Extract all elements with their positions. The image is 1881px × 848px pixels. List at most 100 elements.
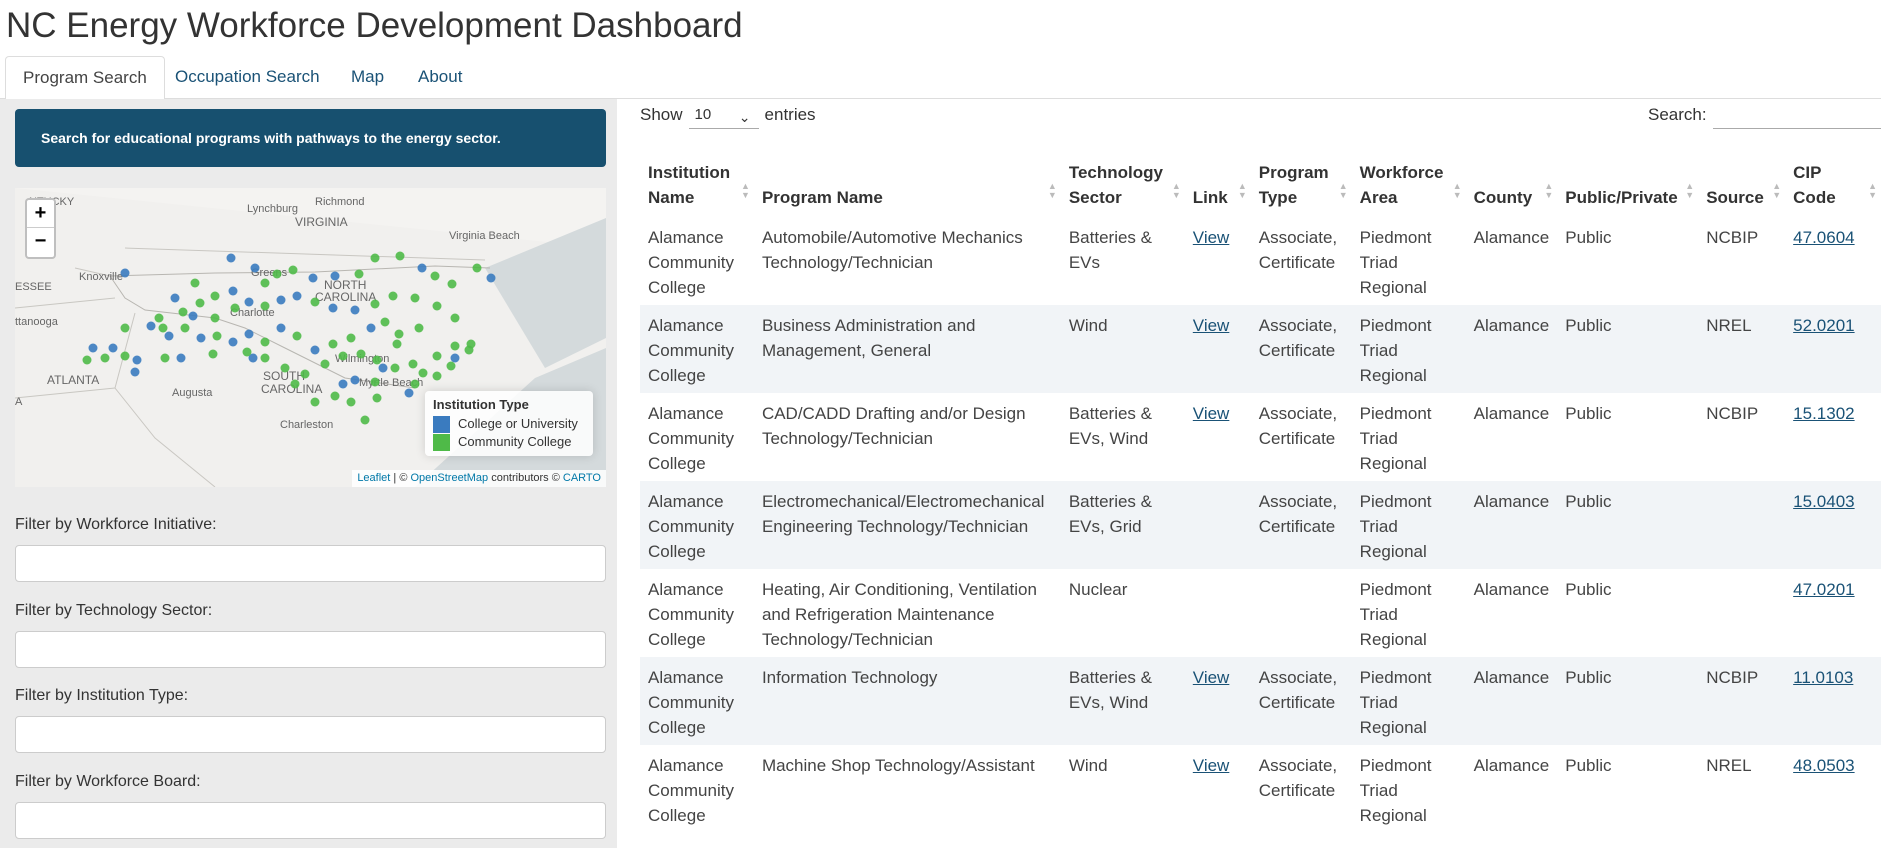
institution-marker[interactable] <box>380 317 390 327</box>
view-link[interactable]: View <box>1193 228 1230 247</box>
cip-code-link[interactable]: 15.1302 <box>1793 404 1854 423</box>
institution-marker[interactable] <box>395 251 405 261</box>
institution-marker[interactable] <box>350 375 360 385</box>
institution-marker[interactable] <box>100 353 110 363</box>
page-length-select[interactable]: 10 ⌄ <box>688 101 759 129</box>
cip-code-link[interactable]: 11.0103 <box>1793 668 1853 687</box>
institution-marker[interactable] <box>120 323 130 333</box>
institution-marker[interactable] <box>338 351 348 361</box>
column-header[interactable]: Source ▲ ▼ <box>1698 156 1786 217</box>
institution-marker[interactable] <box>226 253 236 263</box>
institution-marker[interactable] <box>310 297 320 307</box>
institution-marker[interactable] <box>410 379 420 389</box>
institution-marker[interactable] <box>154 313 164 323</box>
technology-sector-select[interactable] <box>15 631 606 668</box>
workforce-initiative-select[interactable] <box>15 545 606 582</box>
institution-marker[interactable] <box>292 331 302 341</box>
tab-occupation-search[interactable]: Occupation Search <box>158 56 337 99</box>
cip-code-link[interactable]: 47.0201 <box>1793 580 1854 599</box>
institution-marker[interactable] <box>82 355 92 365</box>
view-link[interactable]: View <box>1193 404 1230 423</box>
institution-marker[interactable] <box>447 279 457 289</box>
institution-marker[interactable] <box>146 321 156 331</box>
institution-marker[interactable] <box>328 339 338 349</box>
institution-marker[interactable] <box>338 379 348 389</box>
institution-marker[interactable] <box>260 278 270 288</box>
institution-marker[interactable] <box>466 339 476 349</box>
institution-marker[interactable] <box>288 265 298 275</box>
view-link[interactable]: View <box>1193 756 1230 775</box>
institution-marker[interactable] <box>430 271 440 281</box>
institution-marker[interactable] <box>195 298 205 308</box>
institution-marker[interactable] <box>180 323 190 333</box>
institution-marker[interactable] <box>366 323 376 333</box>
column-header[interactable]: Institution Name ▲ ▼ <box>640 156 754 217</box>
institution-marker[interactable] <box>158 323 168 333</box>
institution-marker[interactable] <box>160 353 170 363</box>
column-header[interactable]: Program Type ▲ ▼ <box>1250 156 1352 217</box>
institution-marker[interactable] <box>432 351 442 361</box>
institution-marker[interactable] <box>354 269 364 279</box>
cip-code-link[interactable]: 47.0604 <box>1793 228 1854 247</box>
osm-link[interactable]: OpenStreetMap <box>410 472 488 484</box>
institution-marker[interactable] <box>276 323 286 333</box>
institution-marker[interactable] <box>360 415 370 425</box>
institution-marker[interactable] <box>486 273 496 283</box>
institution-map[interactable]: NTUCKYRichmondLynchburgVIRGINIAVirginia … <box>15 188 606 487</box>
institution-marker[interactable] <box>346 333 356 343</box>
institution-marker[interactable] <box>88 343 98 353</box>
institution-marker[interactable] <box>300 369 310 379</box>
institution-marker[interactable] <box>310 397 320 407</box>
institution-marker[interactable] <box>130 367 140 377</box>
institution-marker[interactable] <box>388 291 398 301</box>
cip-code-link[interactable]: 48.0503 <box>1793 756 1854 775</box>
institution-marker[interactable] <box>290 379 300 389</box>
cip-code-link[interactable]: 15.0403 <box>1793 492 1854 511</box>
institution-marker[interactable] <box>280 363 290 373</box>
view-link[interactable]: View <box>1193 668 1230 687</box>
institution-marker[interactable] <box>244 297 254 307</box>
institution-marker[interactable] <box>408 359 418 369</box>
institution-marker[interactable] <box>346 397 356 407</box>
institution-marker[interactable] <box>328 303 338 313</box>
institution-marker[interactable] <box>208 349 218 359</box>
institution-marker[interactable] <box>196 333 206 343</box>
institution-marker[interactable] <box>210 313 220 323</box>
leaflet-link[interactable]: Leaflet <box>357 472 390 484</box>
institution-marker[interactable] <box>372 393 382 403</box>
institution-marker[interactable] <box>176 353 186 363</box>
institution-marker[interactable] <box>450 353 460 363</box>
institution-marker[interactable] <box>418 368 428 378</box>
institution-marker[interactable] <box>330 271 340 281</box>
institution-marker[interactable] <box>178 307 188 317</box>
institution-marker[interactable] <box>190 278 200 288</box>
institution-marker[interactable] <box>446 361 456 371</box>
institution-marker[interactable] <box>370 253 380 263</box>
institution-marker[interactable] <box>432 371 442 381</box>
institution-marker[interactable] <box>414 323 424 333</box>
institution-marker[interactable] <box>120 351 130 361</box>
institution-marker[interactable] <box>164 331 174 341</box>
institution-marker[interactable] <box>276 295 286 305</box>
institution-marker[interactable] <box>210 291 220 301</box>
institution-marker[interactable] <box>472 263 482 273</box>
column-header[interactable]: Link ▲ ▼ <box>1184 156 1251 217</box>
tab-program-search[interactable]: Program Search <box>5 56 165 100</box>
institution-marker[interactable] <box>356 349 366 359</box>
institution-marker[interactable] <box>310 345 320 355</box>
view-link[interactable]: View <box>1193 316 1230 335</box>
column-header[interactable]: County ▲ ▼ <box>1465 156 1558 217</box>
institution-marker[interactable] <box>417 263 427 273</box>
institution-marker[interactable] <box>120 268 130 278</box>
institution-marker[interactable] <box>450 341 460 351</box>
institution-marker[interactable] <box>108 343 118 353</box>
institution-marker[interactable] <box>404 388 414 398</box>
zoom-in-button[interactable]: + <box>27 200 54 228</box>
institution-marker[interactable] <box>188 311 198 321</box>
institution-marker[interactable] <box>260 353 270 363</box>
institution-marker[interactable] <box>350 305 360 315</box>
institution-marker[interactable] <box>228 337 238 347</box>
institution-marker[interactable] <box>170 293 180 303</box>
column-header[interactable]: Public/Private ▲ ▼ <box>1557 156 1699 217</box>
column-header[interactable]: Program Name ▲ ▼ <box>753 156 1061 217</box>
